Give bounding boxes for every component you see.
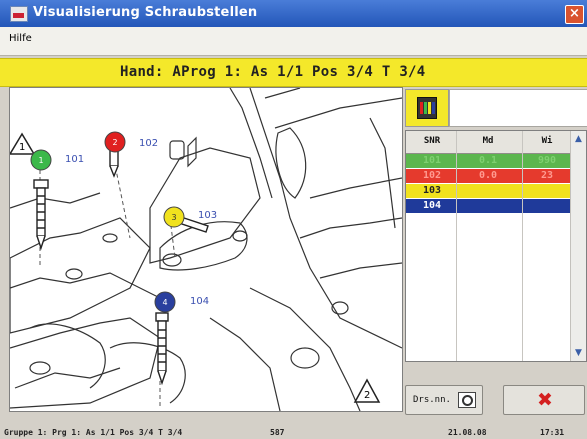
bolt-label: 103 xyxy=(198,210,217,221)
cell-md: 0.1 xyxy=(478,155,498,166)
hand-status-line: Hand: AProg 1: As 1/1 Pos 3/4 T 3/4 xyxy=(0,58,587,87)
bolt-marker-number: 1 xyxy=(38,156,43,165)
cell-wi: 23 xyxy=(540,170,554,181)
header-wi: Wi xyxy=(541,136,553,146)
table-row[interactable]: 104 xyxy=(406,199,572,213)
status-bar: Gruppe 1: Prg 1: As 1/1 Pos 3/4 T 3/4 58… xyxy=(0,423,587,439)
menu-item-hilfe[interactable]: Hilfe xyxy=(9,33,32,44)
status-group-text: Gruppe 1: Prg 1: As 1/1 Pos 3/4 T 3/4 xyxy=(4,428,183,437)
window-close-button[interactable]: × xyxy=(565,5,584,24)
cell-md: 0.0 xyxy=(478,170,498,181)
column-divider xyxy=(456,131,457,361)
sequence-button[interactable] xyxy=(405,89,449,127)
info-area xyxy=(449,89,587,127)
hand-status-text: Hand: AProg 1: As 1/1 Pos 3/4 T 3/4 xyxy=(120,64,426,80)
status-time: 17:31 xyxy=(540,428,565,437)
table-row[interactable]: 102 0.0 23 xyxy=(406,169,572,183)
red-x-icon: ✖ xyxy=(537,389,553,411)
bolt-marker-number: 3 xyxy=(171,213,176,222)
cell-snr: 102 xyxy=(422,170,442,181)
app-window-icon xyxy=(10,6,28,22)
header-md: Md xyxy=(482,136,494,146)
menu-bar: Hilfe xyxy=(0,27,587,56)
table-scrollbar[interactable]: ▲ ▼ xyxy=(570,131,586,361)
bolt-label: 102 xyxy=(139,138,158,149)
right-panel: SNR Md Wi 101 0.1 990 102 0.0 23 103 104 ▲ ▼ Dr… xyxy=(405,87,587,415)
print-button-label: Drs.nn. xyxy=(413,395,451,405)
cell-wi: 990 xyxy=(537,155,557,166)
cancel-button[interactable]: ✖ xyxy=(503,385,585,415)
bolt-label: 104 xyxy=(190,296,209,307)
bolt-sequence-icon xyxy=(417,97,437,119)
header-snr: SNR xyxy=(423,136,441,146)
magnifier-icon xyxy=(458,392,476,408)
column-divider xyxy=(522,131,523,361)
part-drawing: 1 2 1 101 2 102 3 103 4 104 xyxy=(9,87,403,412)
close-icon: × xyxy=(569,6,580,21)
bolt-label: 101 xyxy=(65,154,84,165)
print-button[interactable]: Drs.nn. xyxy=(405,385,483,415)
part-drawing-svg: 1 2 1 101 2 102 3 103 4 104 xyxy=(10,88,402,411)
status-date: 21.08.08 xyxy=(448,428,487,437)
cell-snr: 103 xyxy=(422,185,442,196)
triangle-label-2: 2 xyxy=(364,390,370,401)
title-bar: Visualisierung Schraubstellen × xyxy=(0,0,587,27)
table-header: SNR Md Wi xyxy=(406,131,572,154)
table-row[interactable]: 103 xyxy=(406,184,572,198)
bolt-marker-number: 4 xyxy=(162,298,167,307)
status-code: 587 xyxy=(270,428,285,437)
cell-snr: 101 xyxy=(422,155,442,166)
bolt-table: SNR Md Wi 101 0.1 990 102 0.0 23 103 104 ▲ ▼ xyxy=(405,130,587,362)
bolt-marker-number: 2 xyxy=(112,138,117,147)
cell-snr: 104 xyxy=(422,200,442,211)
triangle-label-1: 1 xyxy=(19,142,25,153)
table-row[interactable]: 101 0.1 990 xyxy=(406,154,572,168)
scroll-up-icon[interactable]: ▲ xyxy=(573,133,584,145)
scroll-down-icon[interactable]: ▼ xyxy=(573,347,584,359)
window-title: Visualisierung Schraubstellen xyxy=(33,5,258,20)
